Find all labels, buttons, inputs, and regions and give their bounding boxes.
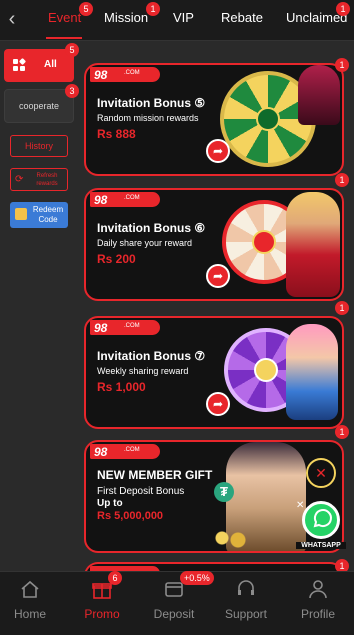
gift-box-icon	[15, 208, 27, 220]
nav-support-label: Support	[224, 607, 268, 621]
user-icon	[309, 580, 327, 599]
card-subtitle: Random mission rewards	[97, 113, 199, 123]
card-amount: Rs 1,000	[97, 380, 146, 394]
tab-unclaimed-badge: 1	[336, 2, 350, 16]
card-badge: 1	[335, 58, 349, 72]
card-subtitle: Weekly sharing reward	[97, 366, 189, 376]
nav-promo[interactable]: Promo	[67, 572, 137, 635]
card-title: Invitation Bonus ⑤	[97, 96, 206, 110]
wheel-hub	[254, 358, 278, 382]
refresh-icon: ⟳	[15, 174, 24, 185]
brand-logo: 98 .COM	[90, 67, 160, 82]
share-arrow-icon[interactable]: ➦	[206, 139, 230, 163]
brand-logo-number: 98	[94, 193, 108, 207]
wheel-hub	[252, 230, 276, 254]
sidebar-cooperate-badge: 3	[65, 84, 79, 98]
sidebar-item-cooperate[interactable]: cooperate	[4, 89, 74, 123]
nav-promo-badge: 6	[108, 571, 122, 585]
character-figure	[286, 192, 340, 297]
character-figure	[298, 65, 340, 125]
tab-event-badge: 5	[79, 2, 93, 16]
top-nav: ‹ Event 5 Mission 1 VIP Rebate Unclaimed…	[0, 0, 354, 41]
card-amount: Rs 888	[97, 127, 136, 141]
card-subtitle: First Deposit Bonus	[97, 486, 185, 497]
nav-deposit-label: Deposit	[153, 607, 195, 621]
gold-coins	[212, 528, 252, 548]
tab-mission[interactable]: Mission	[104, 10, 148, 25]
wheel-hub	[256, 107, 280, 131]
brand-logo-suffix: .COM	[124, 70, 140, 76]
brand-logo-suffix: .COM	[124, 195, 140, 201]
card-subtitle: Daily share your reward	[97, 238, 193, 248]
brand-logo-suffix: .COM	[124, 323, 140, 329]
whatsapp-icon	[302, 501, 340, 539]
promo-card-invitation-7[interactable]: 98 .COM Invitation Bonus ⑦ Weekly sharin…	[84, 316, 344, 429]
active-tab-indicator	[46, 37, 82, 39]
card-title: Invitation Bonus ⑦	[97, 349, 206, 363]
promo-card-invitation-6[interactable]: 98 .COM Invitation Bonus ⑥ Daily share y…	[84, 188, 344, 301]
card-badge: 1	[335, 425, 349, 439]
card-badge: 1	[335, 173, 349, 187]
nav-deposit-badge: +0.5%	[180, 571, 214, 585]
sidebar: All 5 cooperate 3 History ⟳ Refresh rewa…	[0, 41, 82, 571]
card-upto: Up to	[97, 498, 123, 509]
sidebar-item-all[interactable]: All	[4, 49, 74, 82]
history-button[interactable]: History	[10, 135, 68, 157]
chevron-left-icon[interactable]: ‹	[4, 8, 20, 30]
refresh-rewards-label: Refresh rewards	[36, 173, 58, 187]
character-figure	[286, 324, 338, 420]
card-title: NEW MEMBER GIFT	[97, 468, 213, 482]
redeem-code-button[interactable]: Redeem Code	[10, 202, 68, 228]
sidebar-all-badge: 5	[65, 43, 79, 57]
refresh-rewards-button[interactable]: ⟳ Refresh rewards	[10, 168, 68, 191]
brand-logo-number: 98	[94, 68, 108, 82]
brand-logo: 98 .COM	[90, 444, 160, 459]
tab-vip[interactable]: VIP	[173, 10, 194, 25]
home-icon	[21, 580, 39, 598]
card-amount: Rs 200	[97, 252, 136, 266]
coin-x-icon: ✕	[306, 458, 336, 488]
brand-logo: 98 .COM	[90, 320, 160, 335]
promo-card-invitation-5[interactable]: 98 .COM Invitation Bonus ⑤ Random missio…	[84, 63, 344, 176]
card-title: Invitation Bonus ⑥	[97, 221, 206, 235]
whatsapp-label: WHATSAPP	[296, 542, 346, 549]
sidebar-item-label: All	[44, 59, 57, 70]
card-amount: Rs 5,000,000	[97, 510, 164, 522]
brand-logo-number: 98	[94, 321, 108, 335]
tether-coin-icon: ₮	[214, 482, 234, 502]
headset-icon	[238, 580, 254, 595]
grid-icon	[13, 57, 27, 71]
nav-profile-label: Profile	[300, 607, 335, 621]
nav-support[interactable]: Support	[211, 572, 281, 635]
nav-home[interactable]: Home	[0, 572, 65, 635]
brand-logo: 98 .COM	[90, 192, 160, 207]
share-arrow-icon[interactable]: ➦	[206, 264, 230, 288]
close-icon[interactable]: ✕	[296, 501, 306, 511]
card-badge: 1	[335, 301, 349, 315]
brand-logo-suffix: .COM	[124, 447, 140, 453]
tab-event[interactable]: Event	[48, 10, 81, 25]
share-arrow-icon[interactable]: ➦	[206, 392, 230, 416]
nav-promo-label: Promo	[84, 607, 120, 621]
nav-profile[interactable]: Profile	[283, 572, 353, 635]
whatsapp-float-button[interactable]: ✕ WHATSAPP	[296, 499, 346, 549]
tab-rebate[interactable]: Rebate	[221, 10, 263, 25]
tab-mission-badge: 1	[146, 2, 160, 16]
bottom-nav: Home Promo 6 Deposit +0.5% Support Profi…	[0, 571, 354, 635]
brand-logo-number: 98	[94, 445, 108, 459]
nav-home-label: Home	[13, 607, 46, 621]
redeem-code-label: Redeem Code	[32, 205, 64, 224]
